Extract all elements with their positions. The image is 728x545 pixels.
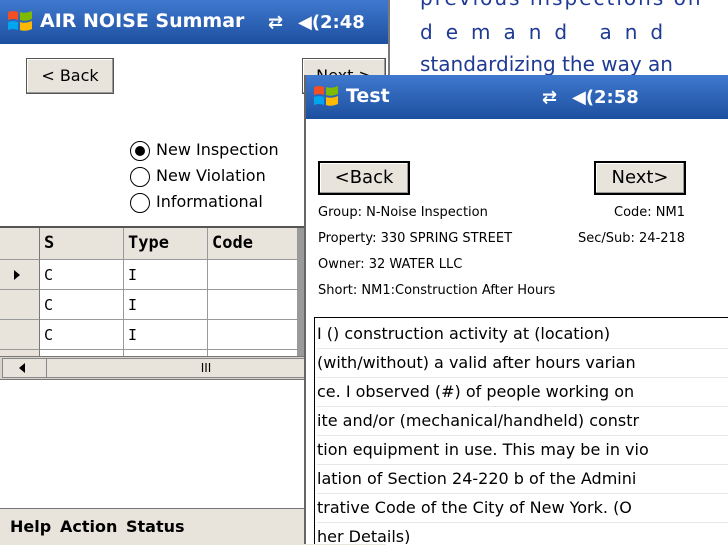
grid-corner [0, 228, 40, 260]
radio-label: New Inspection [156, 140, 279, 159]
row-selector[interactable] [0, 290, 40, 320]
menu-status[interactable]: Status [126, 517, 185, 536]
owner-label: Owner: 32 WATER LLC [318, 257, 463, 272]
menu-action[interactable]: Action [60, 517, 117, 536]
radio-unselected-icon[interactable] [130, 193, 150, 213]
text-line: (with/without) a valid after hours varia… [317, 349, 728, 378]
text-line: ce. I observed (#) of people working on [317, 378, 728, 407]
grid-cell-s[interactable]: C [40, 260, 124, 290]
grid-cell-type[interactable]: I [124, 260, 208, 290]
window-title: Test [346, 85, 390, 107]
text-line: her Details) [317, 523, 728, 544]
next-button[interactable]: Next> [594, 161, 686, 195]
back-button[interactable]: <Back [318, 161, 410, 195]
grid-cell-code[interactable] [208, 320, 298, 350]
connectivity-icon[interactable]: ⇄ [542, 87, 557, 108]
grid-cell-code[interactable] [208, 290, 298, 320]
text-line: trative Code of the City of New York. (O [317, 494, 728, 523]
text-line: ite and/or (mechanical/handheld) constr [317, 407, 728, 436]
code-label: Code: NM1 [614, 205, 686, 220]
radio-label: New Violation [156, 166, 266, 185]
row-selector[interactable] [0, 320, 40, 350]
volume-icon[interactable]: ◀( [572, 87, 594, 108]
grid-cell-type[interactable]: I [124, 320, 208, 350]
scroll-left-arrow-icon[interactable] [2, 358, 48, 378]
volume-icon[interactable]: ◀( [298, 12, 320, 33]
connectivity-icon[interactable]: ⇄ [268, 12, 283, 33]
column-header-s[interactable]: S [40, 228, 124, 260]
secsub-label: Sec/Sub: 24-218 [578, 231, 686, 246]
grid-cell-type[interactable]: I [124, 290, 208, 320]
column-header-code[interactable]: Code [208, 228, 298, 260]
radio-label: Informational [156, 192, 263, 211]
windows-flag-icon[interactable] [6, 8, 34, 34]
back-button[interactable]: < Back [26, 58, 114, 94]
windows-flag-icon[interactable] [312, 83, 340, 109]
current-row-caret-icon [14, 270, 20, 280]
grid-cell-s[interactable]: C [40, 290, 124, 320]
property-label: Property: 330 SPRING STREET [318, 231, 513, 246]
radio-unselected-icon[interactable] [130, 167, 150, 187]
menu-help[interactable]: Help [10, 517, 51, 536]
group-label: Group: N-Noise Inspection [318, 205, 488, 220]
text-line: I () construction activity at (location) [317, 320, 728, 349]
title-bar: Test ⇄ ◀( 2:58 [306, 75, 728, 119]
column-header-type[interactable]: Type [124, 228, 208, 260]
radio-selected-icon[interactable] [130, 141, 150, 161]
text-line: lation of Section 24-220 b of the Admini [317, 465, 728, 494]
row-selector[interactable] [0, 260, 40, 290]
grid-cell-code[interactable] [208, 260, 298, 290]
clock: 2:48 [320, 12, 365, 33]
violation-text-area[interactable]: I () construction activity at (location)… [314, 317, 728, 544]
grid-cell-s[interactable]: C [40, 320, 124, 350]
window-title: AIR NOISE Summar [40, 10, 245, 32]
pda-window-test: Test ⇄ ◀( 2:58 <Back Next> Group: N-Nois… [304, 75, 728, 544]
short-label: Short: NM1:Construction After Hours [318, 283, 556, 298]
clock: 2:58 [594, 87, 639, 108]
text-line: tion equipment in use. This may be in vi… [317, 436, 728, 465]
title-bar: AIR NOISE Summar ⇄ ◀( 2:48 [0, 0, 388, 44]
